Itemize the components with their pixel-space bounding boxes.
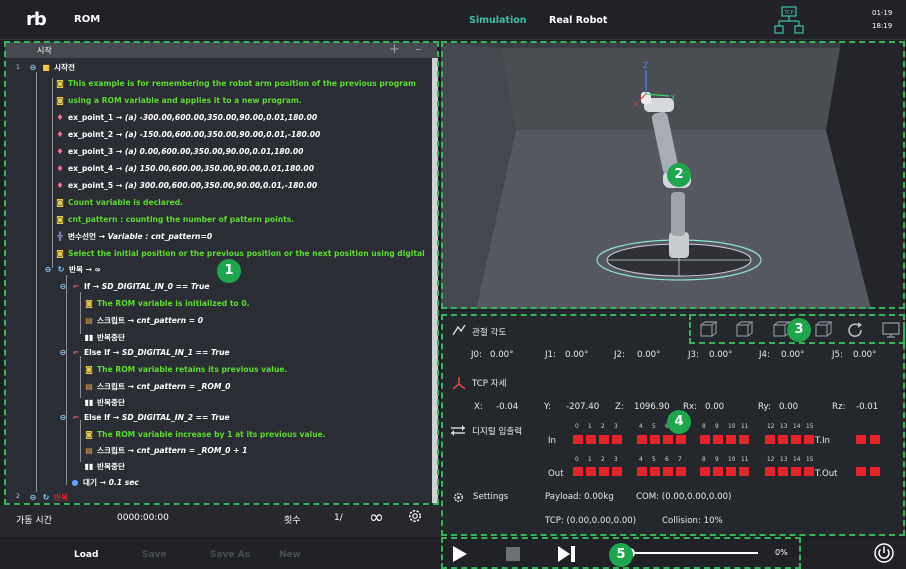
infinite-loop-icon[interactable]: ∞ <box>369 507 384 528</box>
repeat-count-label: 횟수 <box>284 516 301 526</box>
run-time-value: 0000:00:00 <box>117 513 169 523</box>
save-as-button[interactable]: Save As <box>210 550 250 560</box>
top-bar: rb ROM Simulation Real Robot TCP 01-19 1… <box>0 0 906 40</box>
save-button[interactable]: Save <box>142 550 167 560</box>
date-readout: 01-19 <box>872 9 893 17</box>
mode-simulation-button[interactable]: Simulation <box>469 15 527 26</box>
callout-badge-4: 4 <box>667 410 691 434</box>
load-button[interactable]: Load <box>74 550 98 560</box>
rainbow-logo: rb <box>26 9 47 30</box>
mode-real-robot-button[interactable]: Real Robot <box>549 15 607 26</box>
callout-badge-1: 1 <box>217 259 241 283</box>
gear-icon[interactable] <box>406 507 424 525</box>
time-readout: 18:19 <box>872 22 893 30</box>
app-title: ROM <box>74 14 101 25</box>
callout-badge-2: 2 <box>667 163 691 187</box>
power-icon[interactable] <box>873 542 895 564</box>
callout-badge-3: 3 <box>787 318 811 342</box>
new-button[interactable]: New <box>279 550 301 560</box>
run-time-label: 가동 시간 <box>16 516 52 526</box>
tcp-network-icon[interactable]: TCP <box>774 6 804 36</box>
repeat-count-value: 1/ <box>334 513 343 523</box>
callout-badge-5: 5 <box>609 543 633 567</box>
tcp-badge-text: TCP <box>783 10 793 16</box>
